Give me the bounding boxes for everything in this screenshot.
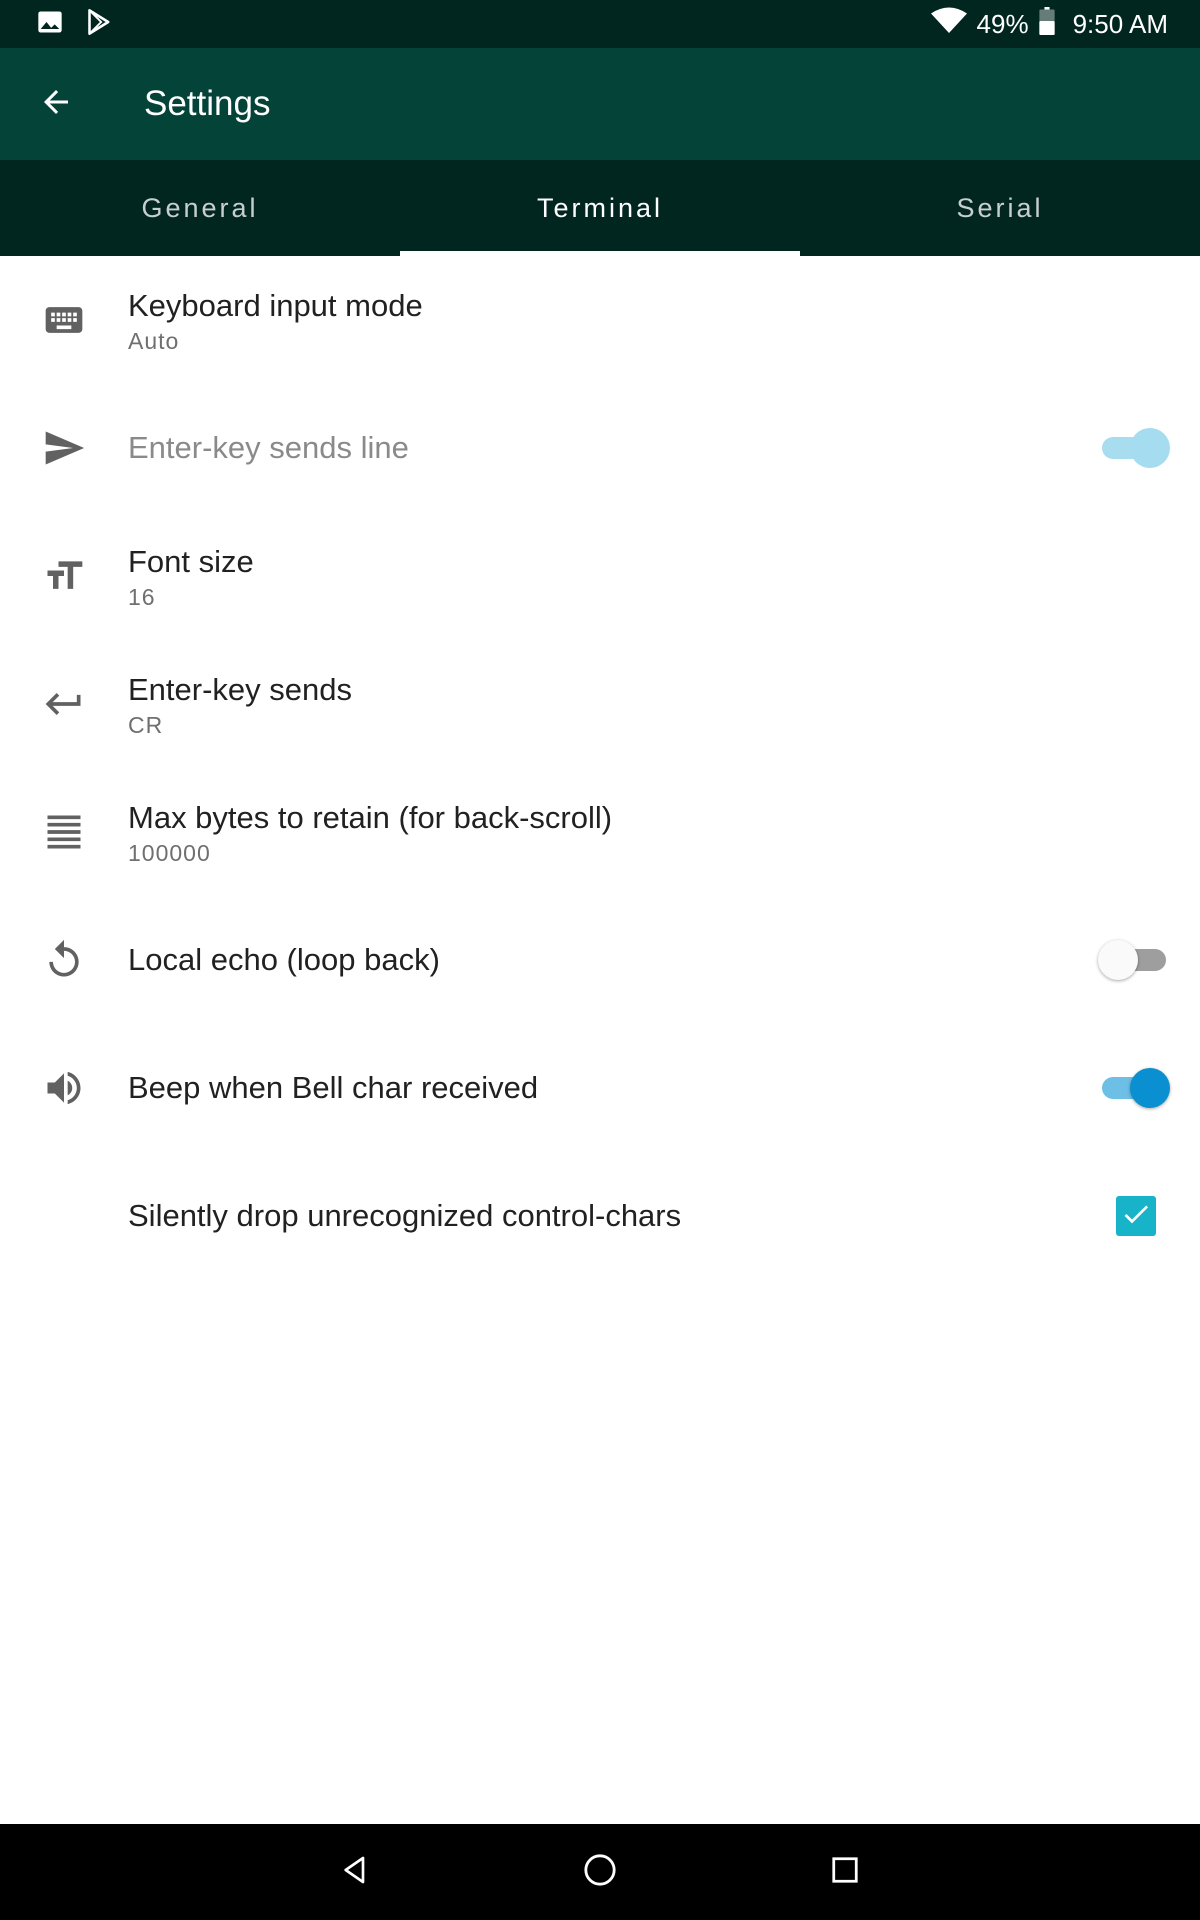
wifi-icon [930,7,967,42]
nav-back-icon [339,1854,371,1891]
pref-keyboard-input-mode[interactable]: Keyboard input mode Auto [0,256,1200,384]
pref-summary: 16 [128,583,156,610]
nav-recents-button[interactable] [815,1842,875,1902]
text-size-icon [40,552,88,600]
pref-max-bytes[interactable]: Max bytes to retain (for back-scroll) 10… [0,768,1200,896]
enter-key-sends-line-switch [1098,428,1170,468]
check-icon [1120,1198,1152,1235]
system-nav-bar [0,1824,1200,1920]
refresh-icon [40,936,88,984]
pref-summary: 100000 [128,839,211,866]
pref-silent-drop[interactable]: Silently drop unrecognized control-chars [0,1152,1200,1280]
pref-title: Enter-key sends line [128,430,409,465]
send-icon [40,424,88,472]
pref-beep[interactable]: Beep when Bell char received [0,1024,1200,1152]
app-bar: Settings [0,48,1200,160]
pref-title: Beep when Bell char received [128,1070,539,1105]
nav-home-icon [583,1853,617,1892]
pref-enter-key-sends[interactable]: Enter-key sends CR [0,640,1200,768]
page-title: Settings [144,84,271,123]
lines-icon [40,808,88,856]
pref-title: Enter-key sends [128,671,352,707]
pref-title: Local echo (loop back) [128,942,440,977]
tab-terminal[interactable]: Terminal [400,160,800,256]
keyboard-icon [40,296,88,344]
arrow-back-icon [38,84,74,125]
status-bar: 49% 9:50 AM [0,0,1200,48]
pref-title: Keyboard input mode [128,287,423,323]
beep-switch[interactable] [1098,1068,1170,1108]
tab-general[interactable]: General [0,160,400,256]
local-echo-switch[interactable] [1098,940,1170,980]
nav-back-button[interactable] [325,1842,385,1902]
preference-list: Keyboard input mode Auto Enter-key sends… [0,256,1200,1280]
keyboard-return-icon [40,680,88,728]
clock: 9:50 AM [1072,8,1168,39]
volume-icon [40,1064,88,1112]
battery-icon [1038,6,1055,42]
play-store-icon [86,8,114,41]
pref-enter-key-sends-line: Enter-key sends line [0,384,1200,512]
pref-local-echo[interactable]: Local echo (loop back) [0,896,1200,1024]
pref-font-size[interactable]: Font size 16 [0,512,1200,640]
nav-home-button[interactable] [570,1842,630,1902]
battery-percent: 49% [976,8,1029,39]
pref-title: Max bytes to retain (for back-scroll) [128,799,613,835]
tab-bar: General Terminal Serial [0,160,1200,256]
pref-title: Silently drop unrecognized control-chars [128,1198,682,1233]
pref-summary: Auto [128,327,180,354]
back-button[interactable] [0,48,112,160]
pref-summary: CR [128,711,164,738]
silent-drop-checkbox[interactable] [1116,1196,1156,1236]
image-icon [36,8,64,41]
nav-recents-icon [830,1855,860,1890]
pref-title: Font size [128,543,254,579]
tab-serial[interactable]: Serial [800,160,1200,256]
